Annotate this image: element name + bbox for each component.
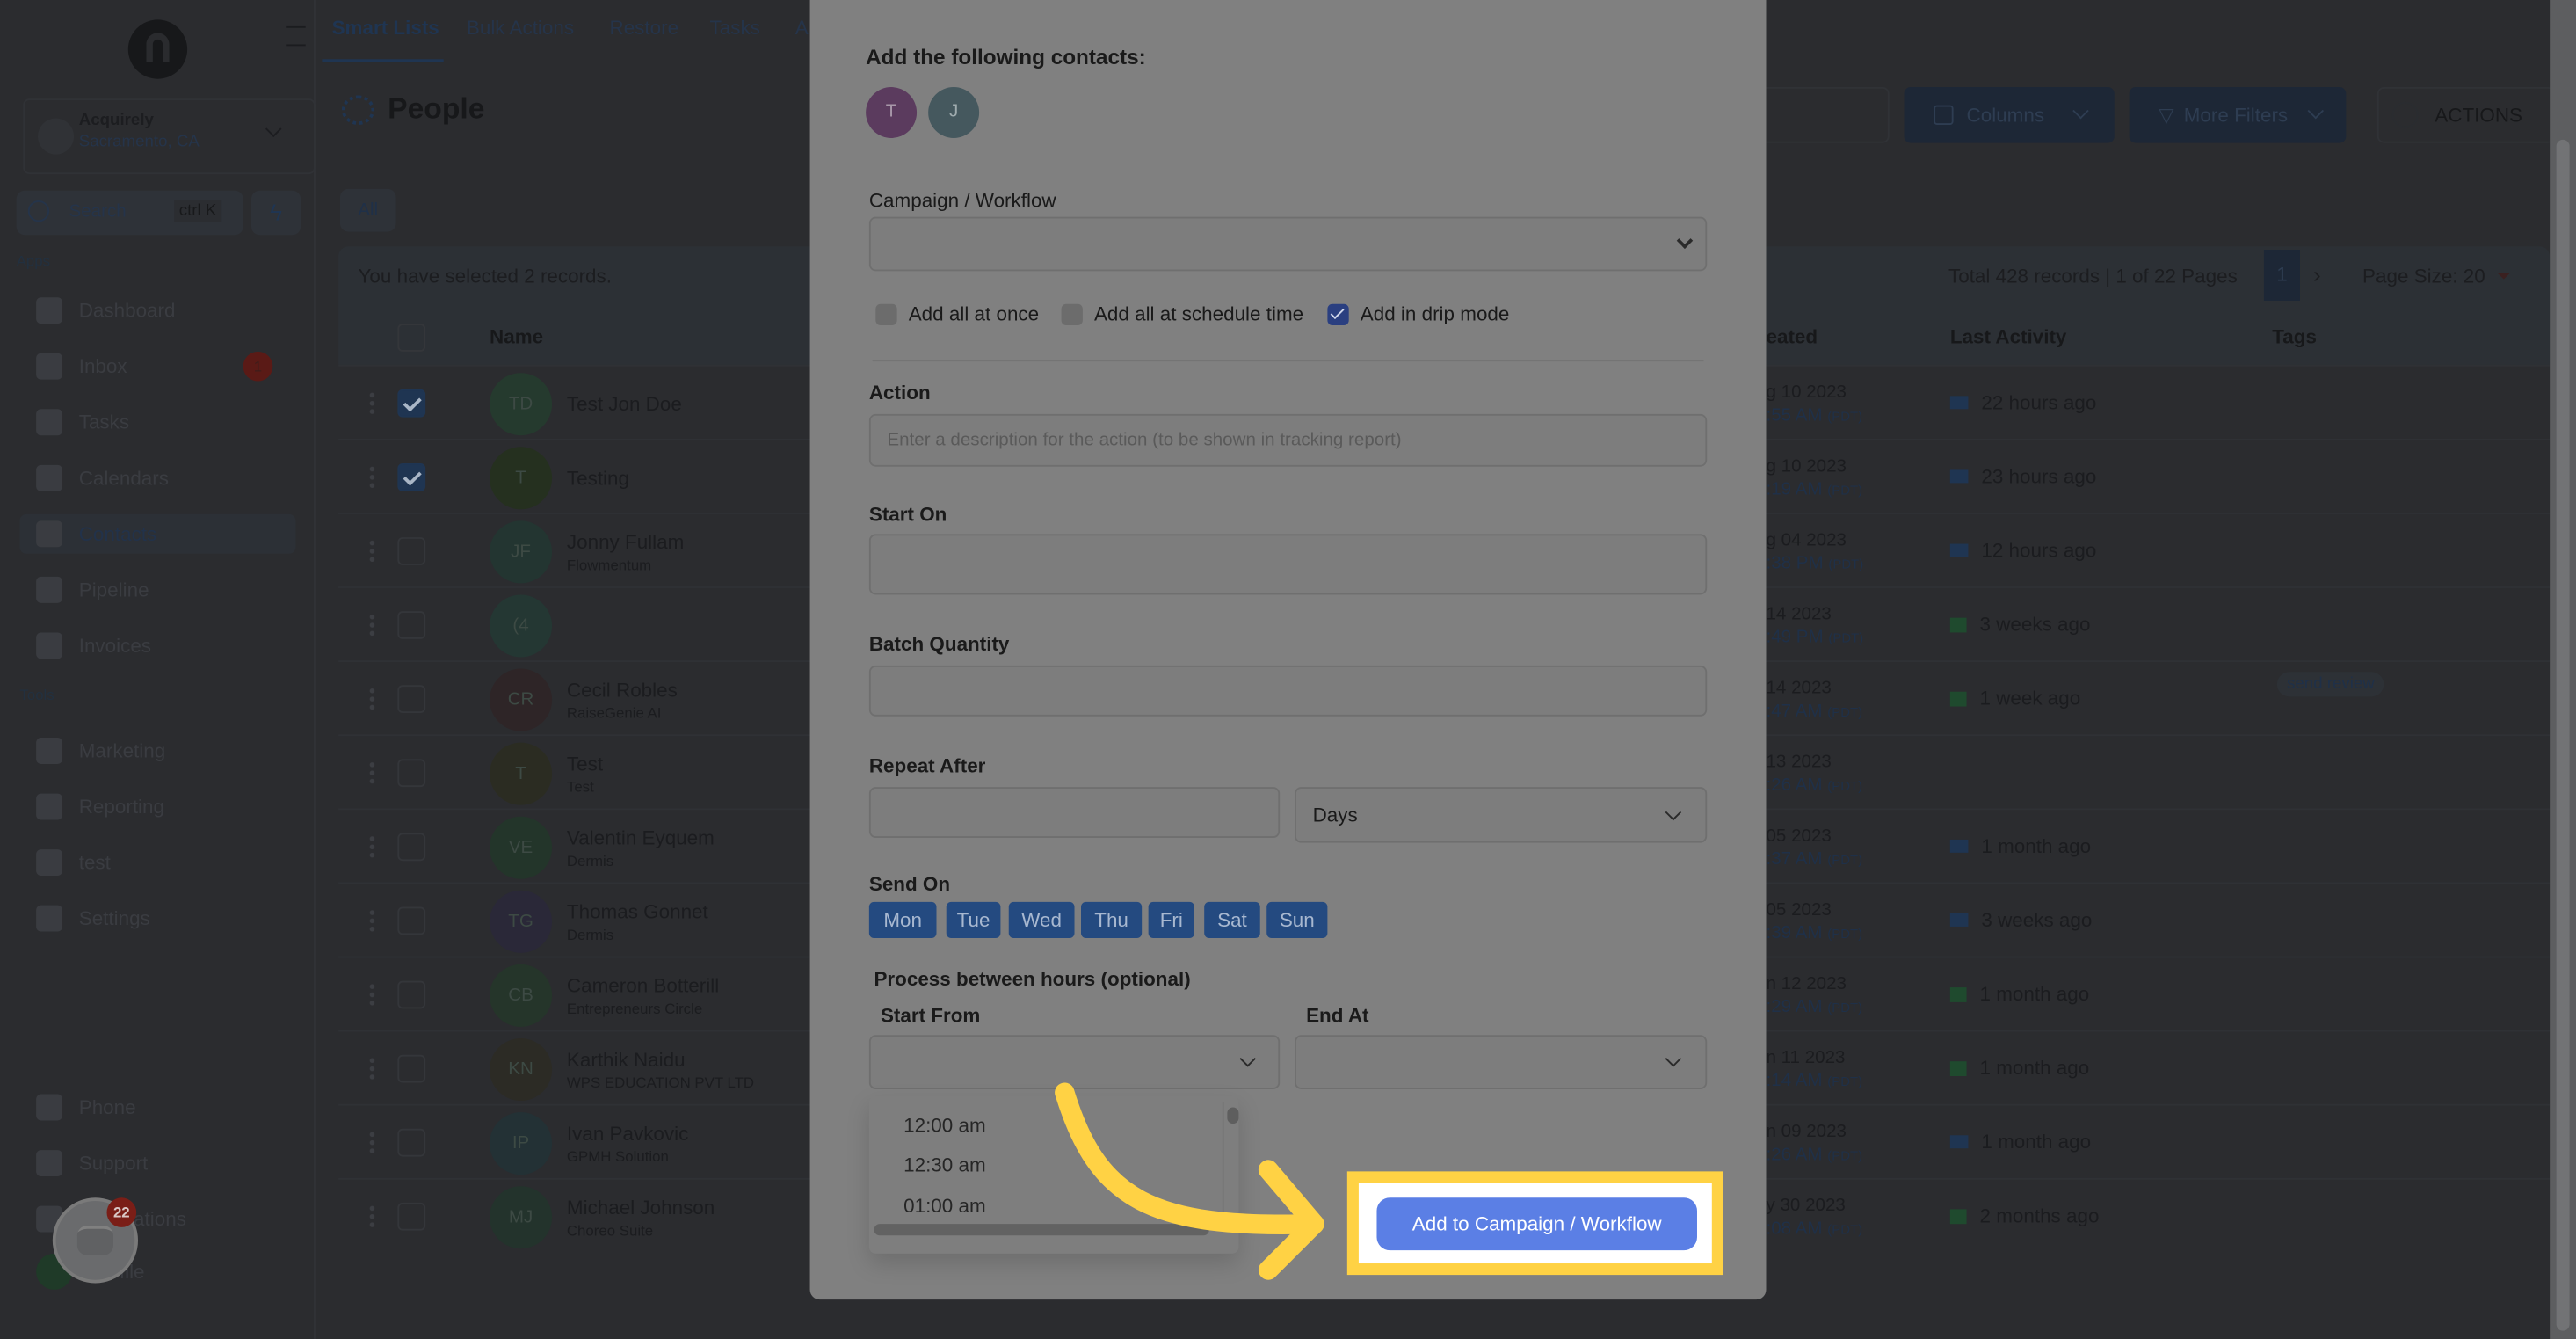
add-to-campaign-button[interactable]: Add to Campaign / Workflow bbox=[1376, 1197, 1697, 1251]
arrow-curve bbox=[1055, 1082, 1324, 1234]
highlight-box: Add to Campaign / Workflow bbox=[1346, 1171, 1723, 1276]
pointer-arrow-annotation bbox=[1055, 1082, 1324, 1280]
